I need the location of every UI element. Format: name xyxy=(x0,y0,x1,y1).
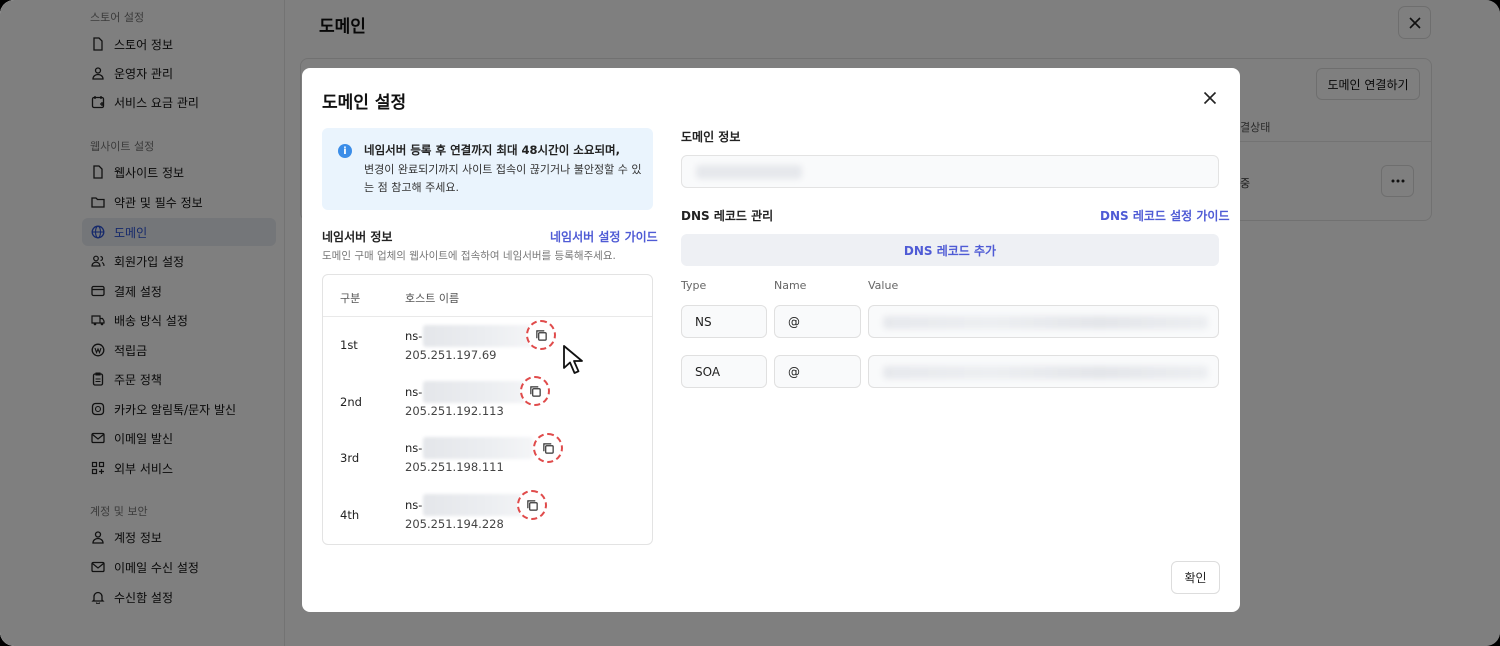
copy-button[interactable] xyxy=(517,490,547,520)
dns-section-title: DNS 레코드 관리 xyxy=(681,209,774,223)
copy-icon xyxy=(535,329,547,341)
record-type-field[interactable]: NS xyxy=(681,305,767,338)
host-ip: 205.251.197.69 xyxy=(405,348,497,362)
record-value-field[interactable] xyxy=(868,355,1219,388)
table-row-label: 4th xyxy=(340,508,360,522)
nameserver-subtitle: 도메인 구매 업체의 웹사이트에 접속하여 네임서버를 등록해주세요. xyxy=(322,250,616,262)
column-header-type: Type xyxy=(681,279,707,292)
host-name-redacted xyxy=(423,325,533,347)
table-row-label: 1st xyxy=(340,338,358,352)
copy-icon xyxy=(526,499,538,511)
domain-name-redacted xyxy=(696,165,802,179)
copy-icon xyxy=(542,442,554,454)
column-header-value: Value xyxy=(868,279,899,292)
domain-settings-modal: 도메인 설정 i 네임서버 등록 후 연결까지 최대 48시간이 소요되며, 변… xyxy=(302,68,1240,612)
table-header: 구분 호스트 이름 xyxy=(323,275,652,317)
copy-button[interactable] xyxy=(533,433,563,463)
record-type-field[interactable]: SOA xyxy=(681,355,767,388)
nameserver-section-title: 네임서버 정보 xyxy=(322,230,393,244)
record-name-field[interactable]: @ xyxy=(774,305,861,338)
host-ip: 205.251.192.113 xyxy=(405,404,504,418)
nameserver-guide-link[interactable]: 네임서버 설정 가이드 xyxy=(550,228,658,245)
host-prefix: ns- xyxy=(405,498,423,512)
host-name-redacted xyxy=(423,437,533,459)
host-prefix: ns- xyxy=(405,329,423,343)
table-row-label: 2nd xyxy=(340,395,362,409)
modal-close-button[interactable] xyxy=(1200,88,1220,108)
info-text: 변경이 완료되기까지 사이트 접속이 끊기거나 불안정할 수 있는 점 참고해 … xyxy=(364,163,642,194)
copy-button[interactable] xyxy=(520,376,550,406)
host-prefix: ns- xyxy=(405,441,423,455)
column-header-name: Name xyxy=(774,279,807,292)
nameserver-table: 구분 호스트 이름 1st ns- 205.251.197.69 2nd ns-… xyxy=(322,274,653,545)
record-name-field[interactable]: @ xyxy=(774,355,861,388)
info-notice: i 네임서버 등록 후 연결까지 최대 48시간이 소요되며, 변경이 완료되기… xyxy=(322,128,653,210)
column-header-host: 호스트 이름 xyxy=(405,292,460,305)
host-ip: 205.251.194.228 xyxy=(405,517,504,531)
close-icon xyxy=(1203,91,1217,105)
modal-title: 도메인 설정 xyxy=(322,93,407,113)
mouse-cursor-icon xyxy=(563,345,583,374)
copy-icon xyxy=(529,385,541,397)
host-ip: 205.251.198.111 xyxy=(405,460,504,474)
info-icon: i xyxy=(338,144,352,158)
record-value-redacted xyxy=(883,316,1208,329)
table-row-label: 3rd xyxy=(340,451,360,465)
domain-name-field[interactable] xyxy=(681,155,1219,188)
add-dns-record-button[interactable]: DNS 레코드 추가 xyxy=(681,234,1219,266)
dns-guide-link[interactable]: DNS 레코드 설정 가이드 xyxy=(1100,207,1230,224)
host-prefix: ns- xyxy=(405,385,423,399)
domain-info-label: 도메인 정보 xyxy=(681,130,741,144)
host-name-redacted xyxy=(423,381,533,403)
app-window: 스토어 설정 스토어 정보 운영자 관리 서비스 요금 관리 웹사이트 설정 웹… xyxy=(0,0,1500,646)
record-value-redacted xyxy=(883,366,1208,379)
column-header-type: 구분 xyxy=(340,292,361,305)
info-text-bold: 네임서버 등록 후 연결까지 최대 48시간이 소요되며, xyxy=(364,143,620,157)
copy-button[interactable] xyxy=(526,320,556,350)
record-value-field[interactable] xyxy=(868,305,1219,338)
confirm-button[interactable]: 확인 xyxy=(1171,561,1220,594)
